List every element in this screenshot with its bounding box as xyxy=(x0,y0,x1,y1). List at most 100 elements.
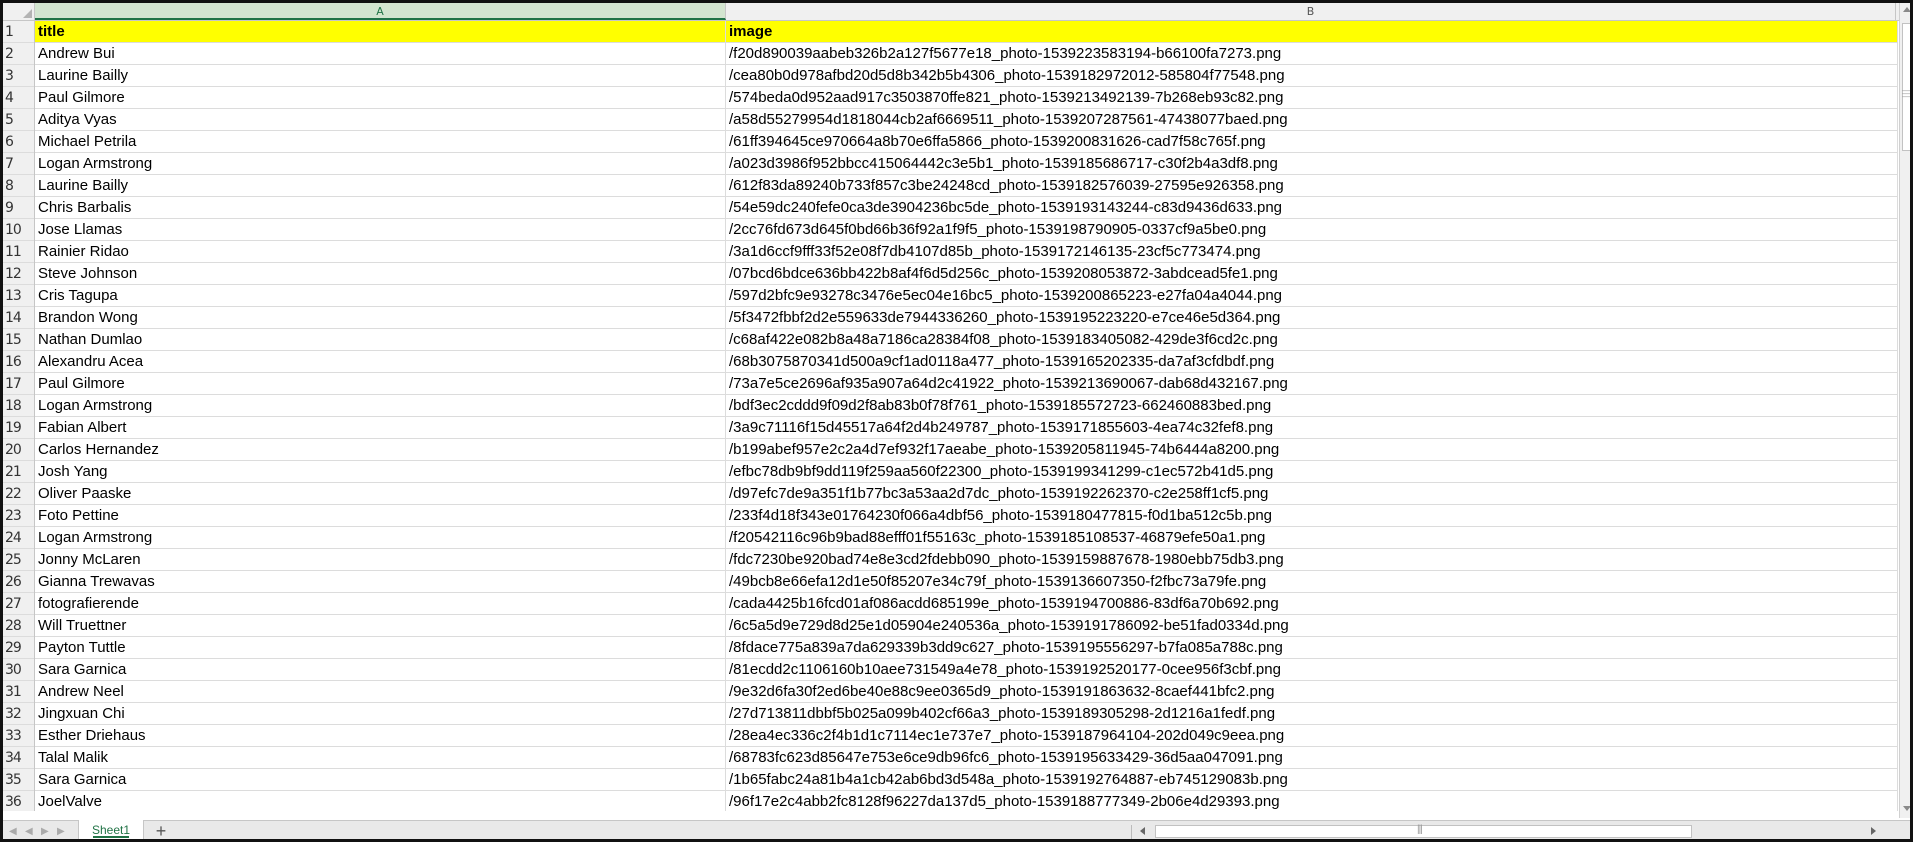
last-sheet-icon[interactable]: ▶ xyxy=(57,826,65,837)
row-number[interactable]: 16 xyxy=(3,351,34,373)
row-number[interactable]: 31 xyxy=(3,681,34,703)
title-cell[interactable]: Laurine Bailly xyxy=(35,65,726,86)
title-cell[interactable]: Logan Armstrong xyxy=(35,395,726,416)
plus-icon[interactable]: + xyxy=(152,821,170,839)
title-cell[interactable]: Carlos Hernandez xyxy=(35,439,726,460)
image-cell[interactable]: /8fdace775a839a7da629339b3dd9c627_photo-… xyxy=(726,637,1898,658)
title-cell[interactable]: Cris Tagupa xyxy=(35,285,726,306)
image-cell[interactable]: /1b65fabc24a81b4a1cb42ab6bd3d548a_photo-… xyxy=(726,769,1898,790)
image-cell[interactable]: /a023d3986f952bbcc415064442c3e5b1_photo-… xyxy=(726,153,1898,174)
tab-splitter[interactable] xyxy=(1131,825,1132,839)
title-cell[interactable]: Aditya Vyas xyxy=(35,109,726,130)
cell-b1[interactable]: image xyxy=(726,21,1898,42)
title-cell[interactable]: JoelValve xyxy=(35,791,726,811)
row-number[interactable]: 17 xyxy=(3,373,34,395)
row-number[interactable]: 11 xyxy=(3,241,34,263)
row-number[interactable]: 21 xyxy=(3,461,34,483)
scroll-down-arrow-icon[interactable] xyxy=(1903,806,1910,811)
column-header-a[interactable]: A xyxy=(35,3,726,20)
title-cell[interactable]: Jonny McLaren xyxy=(35,549,726,570)
title-cell[interactable]: Sara Garnica xyxy=(35,769,726,790)
row-number[interactable]: 6 xyxy=(3,131,34,153)
title-cell[interactable]: Brandon Wong xyxy=(35,307,726,328)
row-number[interactable]: 18 xyxy=(3,395,34,417)
row-number[interactable]: 27 xyxy=(3,593,34,615)
image-cell[interactable]: /27d713811dbbf5b025a099b402cf66a3_photo-… xyxy=(726,703,1898,724)
row-number[interactable]: 20 xyxy=(3,439,34,461)
row-number[interactable]: 32 xyxy=(3,703,34,725)
scroll-up-arrow-icon[interactable] xyxy=(1903,7,1910,12)
title-cell[interactable]: Paul Gilmore xyxy=(35,87,726,108)
image-cell[interactable]: /597d2bfc9e93278c3476e5ec04e16bc5_photo-… xyxy=(726,285,1898,306)
title-cell[interactable]: Fabian Albert xyxy=(35,417,726,438)
image-cell[interactable]: /81ecdd2c1106160b10aee731549a4e78_photo-… xyxy=(726,659,1898,680)
image-cell[interactable]: /574beda0d952aad917c3503870ffe821_photo-… xyxy=(726,87,1898,108)
title-cell[interactable]: Talal Malik xyxy=(35,747,726,768)
image-cell[interactable]: /d97efc7de9a351f1b77bc3a53aa2d7dc_photo-… xyxy=(726,483,1898,504)
row-number[interactable]: 14 xyxy=(3,307,34,329)
scroll-right-arrow-icon[interactable] xyxy=(1871,827,1876,835)
title-cell[interactable]: Josh Yang xyxy=(35,461,726,482)
vertical-scrollbar[interactable]: — — — xyxy=(1899,3,1910,818)
first-sheet-icon[interactable]: ◀ xyxy=(9,826,17,837)
row-number[interactable]: 19 xyxy=(3,417,34,439)
title-cell[interactable]: Andrew Neel xyxy=(35,681,726,702)
row-number[interactable]: 9 xyxy=(3,197,34,219)
row-number[interactable]: 25 xyxy=(3,549,34,571)
image-cell[interactable]: /cea80b0d978afbd20d5d8b342b5b4306_photo-… xyxy=(726,65,1898,86)
image-cell[interactable]: /3a1d6ccf9fff33f52e08f7db4107d85b_photo-… xyxy=(726,241,1898,262)
row-number[interactable]: 15 xyxy=(3,329,34,351)
row-number[interactable]: 1 xyxy=(3,21,34,43)
title-cell[interactable]: Jose Llamas xyxy=(35,219,726,240)
row-number[interactable]: 35 xyxy=(3,769,34,791)
title-cell[interactable]: Will Truettner xyxy=(35,615,726,636)
title-cell[interactable]: Steve Johnson xyxy=(35,263,726,284)
row-number[interactable]: 24 xyxy=(3,527,34,549)
image-cell[interactable]: /cada4425b16fcd01af086acdd685199e_photo-… xyxy=(726,593,1898,614)
row-number[interactable]: 4 xyxy=(3,87,34,109)
image-cell[interactable]: /68783fc623d85647e753e6ce9db96fc6_photo-… xyxy=(726,747,1898,768)
title-cell[interactable]: Sara Garnica xyxy=(35,659,726,680)
title-cell[interactable]: Payton Tuttle xyxy=(35,637,726,658)
image-cell[interactable]: /68b3075870341d500a9cf1ad0118a477_photo-… xyxy=(726,351,1898,372)
title-cell[interactable]: Rainier Ridao xyxy=(35,241,726,262)
image-cell[interactable]: /612f83da89240b733f857c3be24248cd_photo-… xyxy=(726,175,1898,196)
title-cell[interactable]: Michael Petrila xyxy=(35,131,726,152)
image-cell[interactable]: /54e59dc240fefe0ca3de3904236bc5de_photo-… xyxy=(726,197,1898,218)
image-cell[interactable]: /2cc76fd673d645f0bd66b36f92a1f9f5_photo-… xyxy=(726,219,1898,240)
image-cell[interactable]: /f20542116c96b9bad88efff01f55163c_photo-… xyxy=(726,527,1898,548)
row-number[interactable]: 5 xyxy=(3,109,34,131)
sheet-tab-sheet1[interactable]: Sheet1 xyxy=(78,820,144,839)
title-cell[interactable]: Paul Gilmore xyxy=(35,373,726,394)
row-number[interactable]: 33 xyxy=(3,725,34,747)
title-cell[interactable]: Oliver Paaske xyxy=(35,483,726,504)
scroll-left-arrow-icon[interactable] xyxy=(1140,827,1145,835)
row-number[interactable]: 3 xyxy=(3,65,34,87)
title-cell[interactable]: Logan Armstrong xyxy=(35,527,726,548)
title-cell[interactable]: Gianna Trewavas xyxy=(35,571,726,592)
image-cell[interactable]: /5f3472fbbf2d2e559633de7944336260_photo-… xyxy=(726,307,1898,328)
image-cell[interactable]: /a58d55279954d1818044cb2af6669511_photo-… xyxy=(726,109,1898,130)
row-number[interactable]: 10 xyxy=(3,219,34,241)
row-number[interactable]: 30 xyxy=(3,659,34,681)
title-cell[interactable]: Nathan Dumlao xyxy=(35,329,726,350)
title-cell[interactable]: Foto Pettine xyxy=(35,505,726,526)
row-number[interactable]: 26 xyxy=(3,571,34,593)
row-number[interactable]: 12 xyxy=(3,263,34,285)
row-number[interactable]: 22 xyxy=(3,483,34,505)
image-cell[interactable]: /6c5a5d9e729d8d25e1d05904e240536a_photo-… xyxy=(726,615,1898,636)
row-number[interactable]: 23 xyxy=(3,505,34,527)
image-cell[interactable]: /f20d890039aabeb326b2a127f5677e18_photo-… xyxy=(726,43,1898,64)
image-cell[interactable]: /9e32d6fa30f2ed6be40e88c9ee0365d9_photo-… xyxy=(726,681,1898,702)
title-cell[interactable]: fotografierende xyxy=(35,593,726,614)
row-number[interactable]: 2 xyxy=(3,43,34,65)
image-cell[interactable]: /fdc7230be920bad74e8e3cd2fdebb090_photo-… xyxy=(726,549,1898,570)
select-all-corner[interactable] xyxy=(3,3,35,20)
image-cell[interactable]: /b199abef957e2c2a4d7ef932f17aeabe_photo-… xyxy=(726,439,1898,460)
image-cell[interactable]: /61ff394645ce970664a8b70e6ffa5866_photo-… xyxy=(726,131,1898,152)
image-cell[interactable]: /efbc78db9bf9dd119f259aa560f22300_photo-… xyxy=(726,461,1898,482)
image-cell[interactable]: /bdf3ec2cddd9f09d2f8ab83b0f78f761_photo-… xyxy=(726,395,1898,416)
image-cell[interactable]: /49bcb8e66efa12d1e50f85207e34c79f_photo-… xyxy=(726,571,1898,592)
horizontal-scroll-thumb[interactable] xyxy=(1155,825,1692,838)
title-cell[interactable]: Logan Armstrong xyxy=(35,153,726,174)
